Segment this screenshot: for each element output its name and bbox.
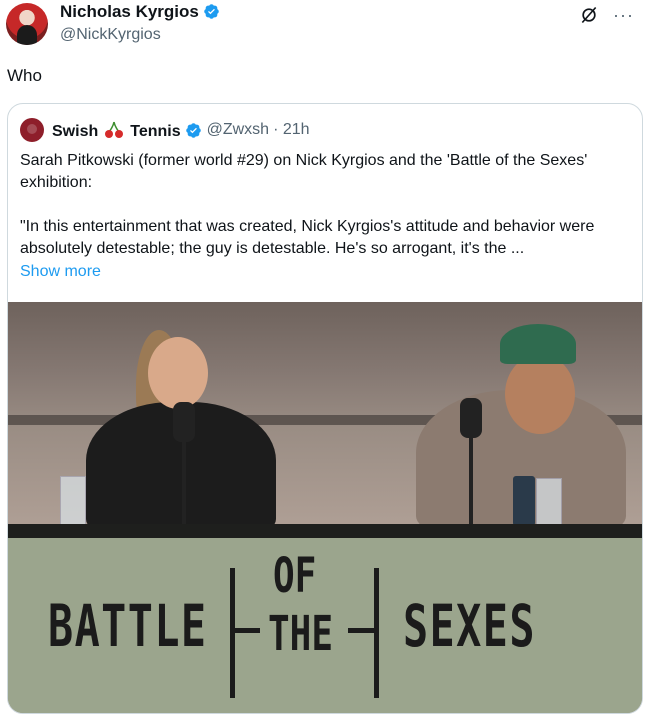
quoted-post-text: Sarah Pitkowski (former world #29) on Ni…: [20, 150, 620, 260]
verified-badge-icon: [204, 4, 219, 19]
man-head: [505, 354, 575, 434]
quoted-author-avatar[interactable]: [20, 118, 44, 142]
banner-divider: [348, 628, 378, 633]
banner-divider: [230, 568, 235, 698]
battle-of-the-sexes-banner: BATTLE OF THE SEXES: [8, 538, 642, 713]
post-author-handle[interactable]: @NickKyrgios: [60, 26, 161, 44]
post-top-actions: ···: [579, 5, 634, 25]
author-name-text[interactable]: Nicholas Kyrgios: [60, 2, 199, 21]
verified-badge-icon: [185, 122, 201, 138]
banner-divider: [374, 568, 379, 698]
post-text: Who: [7, 66, 42, 85]
microphone: [460, 398, 482, 438]
banner-word-of: OF: [273, 548, 317, 604]
banner-word-the: THE: [268, 606, 334, 662]
quoted-post-card[interactable]: Swish Tennis @Zwxsh · 21h Sarah Pitkowski…: [7, 103, 643, 714]
show-more-link[interactable]: Show more: [20, 263, 101, 281]
table-top: [8, 524, 642, 538]
cherry-icon: [105, 121, 124, 138]
quoted-paragraph-1: Sarah Pitkowski (former world #29) on Ni…: [20, 152, 588, 191]
microphone-stand: [469, 438, 473, 524]
water-glass: [536, 478, 562, 528]
banner-word-sexes: SEXES: [403, 591, 536, 660]
drink-can: [513, 476, 535, 526]
microphone-stand: [182, 442, 186, 524]
banner-divider: [230, 628, 260, 633]
quoted-post-header: Swish Tennis @Zwxsh · 21h: [20, 118, 310, 142]
woman-head: [148, 337, 208, 409]
quoted-name-right: Tennis: [130, 122, 181, 140]
quoted-post-image[interactable]: BATTLE OF THE SEXES: [8, 302, 642, 713]
microphone: [173, 402, 195, 442]
water-glass: [60, 476, 86, 526]
quoted-author-handle[interactable]: @Zwxsh: [207, 121, 269, 139]
post-author-name[interactable]: Nicholas Kyrgios: [60, 2, 220, 22]
quoted-author-name[interactable]: Swish Tennis: [52, 120, 202, 141]
post-author-avatar[interactable]: [6, 3, 48, 45]
more-options-icon[interactable]: ···: [613, 6, 634, 24]
quoted-paragraph-2: "In this entertainment that was created,…: [20, 218, 595, 257]
grok-icon[interactable]: [579, 5, 599, 25]
quoted-post-time[interactable]: · 21h: [273, 121, 309, 139]
banner-word-battle: BATTLE: [48, 591, 208, 660]
quoted-name-left: Swish: [52, 122, 99, 140]
green-cap: [500, 324, 576, 364]
